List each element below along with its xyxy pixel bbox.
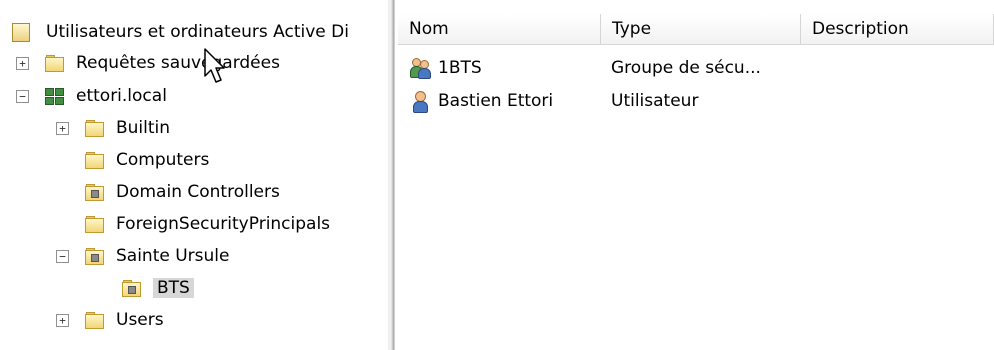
ou-icon — [122, 280, 141, 297]
cell-name: 1BTS — [438, 58, 482, 78]
console-tree[interactable]: Utilisateurs et ordinateurs Active Di + … — [0, 0, 388, 350]
tree-item-label: Domain Controllers — [116, 182, 280, 202]
tree-root[interactable]: Utilisateurs et ordinateurs Active Di — [12, 17, 349, 47]
tree-item-domain-controllers[interactable]: Domain Controllers — [85, 177, 280, 207]
tree-item-foreign-security-principals[interactable]: ForeignSecurityPrincipals — [85, 209, 330, 239]
column-header-type[interactable]: Type — [601, 14, 801, 44]
expand-icon[interactable]: + — [16, 57, 29, 70]
folder-icon — [85, 152, 104, 169]
tree-item-label: Users — [116, 310, 164, 330]
expand-icon[interactable]: + — [56, 314, 69, 327]
folder-icon — [85, 120, 104, 137]
expand-icon[interactable]: + — [56, 122, 69, 135]
pane-splitter[interactable] — [388, 0, 398, 350]
tree-item-label: ForeignSecurityPrincipals — [116, 214, 331, 234]
list-item[interactable]: Bastien Ettori Utilisateur — [398, 87, 994, 115]
folder-icon — [85, 216, 104, 233]
tree-item-saved-queries[interactable]: + Requêtes sauvegardées — [16, 48, 280, 78]
tree-item-label: ettori.local — [76, 86, 167, 106]
tree-item-sainte-ursule[interactable]: − Sainte Ursule — [56, 241, 229, 271]
tree-item-builtin[interactable]: + Builtin — [56, 113, 170, 143]
tree-item-label: Sainte Ursule — [116, 246, 230, 266]
tree-item-domain[interactable]: − ettori.local — [16, 81, 167, 111]
tree-item-computers[interactable]: Computers — [85, 145, 209, 175]
folder-icon — [45, 55, 64, 72]
tree-item-label: Builtin — [116, 118, 171, 138]
cell-type: Groupe de sécu... — [611, 58, 761, 78]
ou-icon — [85, 248, 104, 265]
tree-item-bts[interactable]: BTS — [122, 273, 194, 303]
mouse-cursor-icon — [204, 48, 225, 83]
folder-icon — [85, 312, 104, 329]
snapin-icon — [12, 22, 30, 42]
collapse-icon[interactable]: − — [56, 250, 69, 263]
tree-item-users[interactable]: + Users — [56, 305, 164, 335]
details-list[interactable]: Nom Type Description 1BTS Groupe de sécu… — [398, 0, 994, 350]
tree-item-label: Requêtes sauvegardées — [76, 53, 280, 73]
cell-type: Utilisateur — [611, 91, 699, 111]
tree-item-label-selected: BTS — [153, 278, 194, 298]
cell-name: Bastien Ettori — [438, 91, 554, 111]
collapse-icon[interactable]: − — [16, 90, 29, 103]
column-header-name[interactable]: Nom — [398, 14, 601, 44]
list-header: Nom Type Description — [398, 14, 994, 45]
column-header-description[interactable]: Description — [801, 14, 994, 44]
domain-icon — [45, 87, 64, 105]
group-icon — [410, 58, 431, 79]
ou-icon — [85, 184, 104, 201]
tree-item-label: Computers — [116, 150, 210, 170]
tree-root-label: Utilisateurs et ordinateurs Active Di — [46, 22, 349, 42]
list-item[interactable]: 1BTS Groupe de sécu... — [398, 54, 994, 82]
user-icon — [410, 91, 430, 113]
